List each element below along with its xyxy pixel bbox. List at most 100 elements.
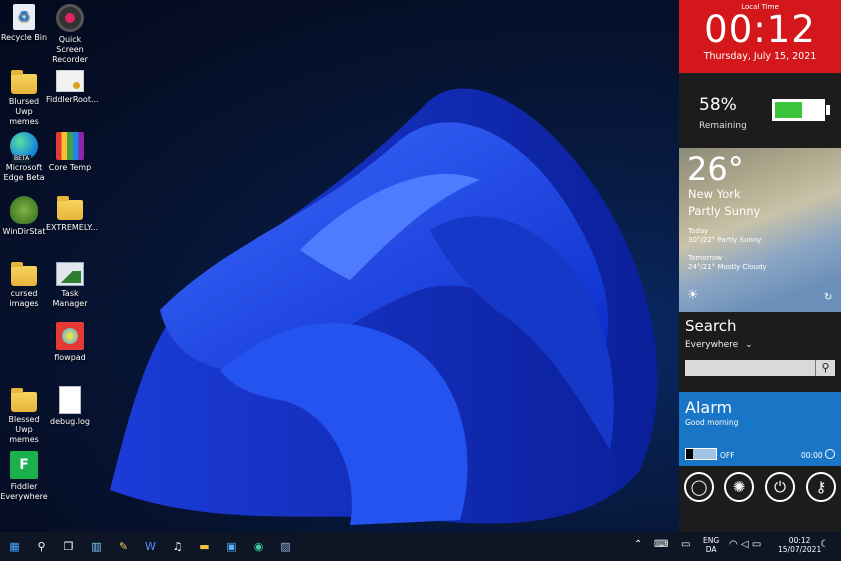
notifications-button[interactable]: ☾ bbox=[820, 539, 829, 550]
store-icon: ▣ bbox=[226, 540, 237, 553]
desktop-icon-label: Task Manager bbox=[52, 289, 88, 308]
desktop-icon-cursed-images[interactable]: cursed images bbox=[0, 262, 48, 309]
power-icon: ⏻ bbox=[774, 478, 786, 496]
certificate-icon bbox=[56, 70, 84, 92]
tree-icon bbox=[10, 196, 38, 224]
desktop-icon-label: cursed images bbox=[9, 289, 39, 308]
desktop-icon-debug-log[interactable]: debug.log bbox=[46, 386, 94, 427]
search-taskbar-button[interactable]: ⚲ bbox=[33, 538, 50, 555]
clock-time: 00:12 bbox=[704, 8, 816, 51]
weather-tile[interactable]: 26° New York Partly Sunny Today 30°/22° … bbox=[679, 148, 841, 312]
key-icon: ⚷ bbox=[815, 478, 827, 496]
desktop-icon-windirstat[interactable]: WinDirStat bbox=[0, 196, 48, 237]
music-icon: ♫ bbox=[172, 540, 183, 553]
desktop-icon-label: Microsoft Edge Beta bbox=[3, 163, 45, 182]
language-top: ENG bbox=[703, 536, 720, 545]
keyboard-icon: ⌨ bbox=[654, 539, 669, 550]
wallpaper-bloom bbox=[110, 88, 658, 525]
desktop-icon-extremely[interactable]: EXTREMELY... bbox=[46, 196, 98, 233]
power-controls: ◯ ✺ ⏻ ⚷ bbox=[679, 466, 841, 506]
brightness-button[interactable]: ✺ bbox=[724, 472, 754, 502]
desktop-icon-quick-screen-recorder[interactable]: Quick Screen Recorder bbox=[46, 4, 94, 65]
desktop-icon-label: flowpad bbox=[54, 353, 86, 362]
language-button[interactable]: ENG DA bbox=[703, 536, 719, 554]
music-button[interactable]: ♫ bbox=[169, 538, 186, 555]
search-scope-dropdown[interactable]: Everywhere ⌄ bbox=[685, 340, 753, 350]
refresh-icon[interactable]: ↻ bbox=[824, 292, 832, 303]
volume-icon: ◁ bbox=[740, 539, 749, 550]
taskbar-date: 15/07/2021 bbox=[778, 545, 822, 554]
widgets-button[interactable]: ▥ bbox=[88, 538, 105, 555]
task-manager-icon bbox=[56, 262, 84, 286]
shutdown-button[interactable]: ◯ bbox=[684, 472, 714, 502]
pen-menu-button[interactable]: ▭ bbox=[681, 540, 690, 550]
store-button[interactable]: ▣ bbox=[223, 538, 240, 555]
taskbar-time: 00:12 bbox=[788, 536, 811, 545]
weather-today-forecast: 30°/22° Partly Sunny bbox=[688, 236, 762, 244]
edge-icon: ◉ bbox=[253, 540, 264, 553]
show-hidden-icons-button[interactable]: ⌃ bbox=[634, 540, 642, 550]
quick-settings-button[interactable]: ◠ ◁ ▭ bbox=[729, 539, 761, 550]
start-button[interactable]: ▦ bbox=[6, 538, 23, 555]
clock-icon bbox=[825, 449, 835, 459]
desktop-icon-label: Blessed Uwp memes bbox=[8, 415, 40, 444]
search-icon: ⚲ bbox=[821, 361, 830, 374]
sun-icon: ☀ bbox=[687, 288, 699, 303]
desktop-icon-microsoft-edge-beta[interactable]: BETA Microsoft Edge Beta bbox=[0, 132, 48, 183]
desktop-icon-blursed-uwp-memes[interactable]: Blursed Uwp memes bbox=[0, 70, 48, 127]
desktop-icon-label: Core Temp bbox=[48, 163, 92, 172]
search-tile: Search Everywhere ⌄ ⚲ bbox=[679, 312, 841, 392]
recycle-bin-icon: ♻ bbox=[13, 4, 35, 30]
core-temp-icon bbox=[56, 132, 84, 160]
weather-today-label: Today bbox=[688, 227, 709, 235]
screen-recorder-icon bbox=[56, 4, 84, 32]
wifi-icon: ◠ bbox=[729, 539, 738, 550]
alarm-tile[interactable]: Alarm Good morning OFF 00:00 bbox=[679, 392, 841, 466]
desktop-icon-recycle-bin[interactable]: ♻ Recycle Bin bbox=[0, 4, 48, 43]
alarm-message: Good morning bbox=[685, 418, 739, 427]
alarm-state: OFF bbox=[720, 451, 735, 460]
pencil-app-button[interactable]: ✎ bbox=[115, 538, 132, 555]
word-button[interactable]: W bbox=[142, 538, 159, 555]
flowpad-icon bbox=[56, 322, 84, 350]
desktop-icon-core-temp[interactable]: Core Temp bbox=[46, 132, 94, 173]
desktop-icon-label: Blursed Uwp memes bbox=[8, 97, 40, 126]
desktop-icon-fiddler-everywhere[interactable]: F Fiddler Everywhere bbox=[0, 451, 48, 502]
desktop-icon-task-manager[interactable]: Task Manager bbox=[46, 262, 94, 309]
widgets-icon: ▥ bbox=[91, 540, 102, 553]
taskbar-clock[interactable]: 00:12 15/07/2021 bbox=[778, 536, 821, 554]
folder-icon bbox=[11, 70, 37, 94]
weather-temp: 26° bbox=[687, 150, 744, 188]
task-view-icon: ❐ bbox=[63, 540, 74, 553]
file-explorer-button[interactable]: ▬ bbox=[196, 538, 213, 555]
folder-icon bbox=[11, 388, 37, 412]
taskbar: ▦ ⚲ ❐ ▥ ✎ W ♫ ▬ ▣ ◉ ▨ ⌃ ⌨ ▭ ENG DA ◠ ◁ ▭… bbox=[0, 532, 841, 561]
desktop-icon-label: EXTREMELY... bbox=[46, 223, 99, 232]
clock-tile[interactable]: Local Time 00:12 Thursday, July 15, 2021 bbox=[679, 0, 841, 73]
edge-button[interactable]: ◉ bbox=[250, 538, 267, 555]
toggle-knob bbox=[686, 449, 693, 459]
battery-fill bbox=[775, 102, 803, 118]
search-icon: ⚲ bbox=[37, 540, 46, 553]
search-input[interactable] bbox=[685, 360, 815, 376]
alarm-heading: Alarm bbox=[685, 398, 733, 417]
keyboard-button[interactable]: ⌨ bbox=[654, 539, 669, 550]
desktop-icon-label: FiddlerRoot... bbox=[46, 95, 99, 104]
battery-icon bbox=[772, 99, 825, 121]
battery-tile[interactable]: 58% Remaining bbox=[679, 80, 841, 142]
pencil-icon: ✎ bbox=[118, 540, 129, 553]
moon-icon: ☾ bbox=[820, 539, 829, 550]
photos-button[interactable]: ▨ bbox=[277, 538, 294, 555]
beta-badge: BETA bbox=[12, 155, 32, 163]
edge-beta-icon: BETA bbox=[10, 132, 38, 163]
desktop-icon-blessed-uwp-memes[interactable]: Blessed Uwp memes bbox=[0, 388, 48, 445]
desktop-icon-flowpad[interactable]: flowpad bbox=[46, 322, 94, 363]
lock-button[interactable]: ⚷ bbox=[806, 472, 836, 502]
alarm-toggle[interactable] bbox=[685, 448, 717, 460]
desktop-icon-fiddlerroot[interactable]: FiddlerRoot... bbox=[46, 70, 99, 105]
search-button[interactable]: ⚲ bbox=[815, 360, 835, 376]
weather-tomorrow-label: Tomorrow bbox=[688, 254, 722, 262]
task-view-button[interactable]: ❐ bbox=[60, 538, 77, 555]
power-button[interactable]: ⏻ bbox=[765, 472, 795, 502]
desktop-icon-label: Quick Screen Recorder bbox=[52, 35, 88, 64]
